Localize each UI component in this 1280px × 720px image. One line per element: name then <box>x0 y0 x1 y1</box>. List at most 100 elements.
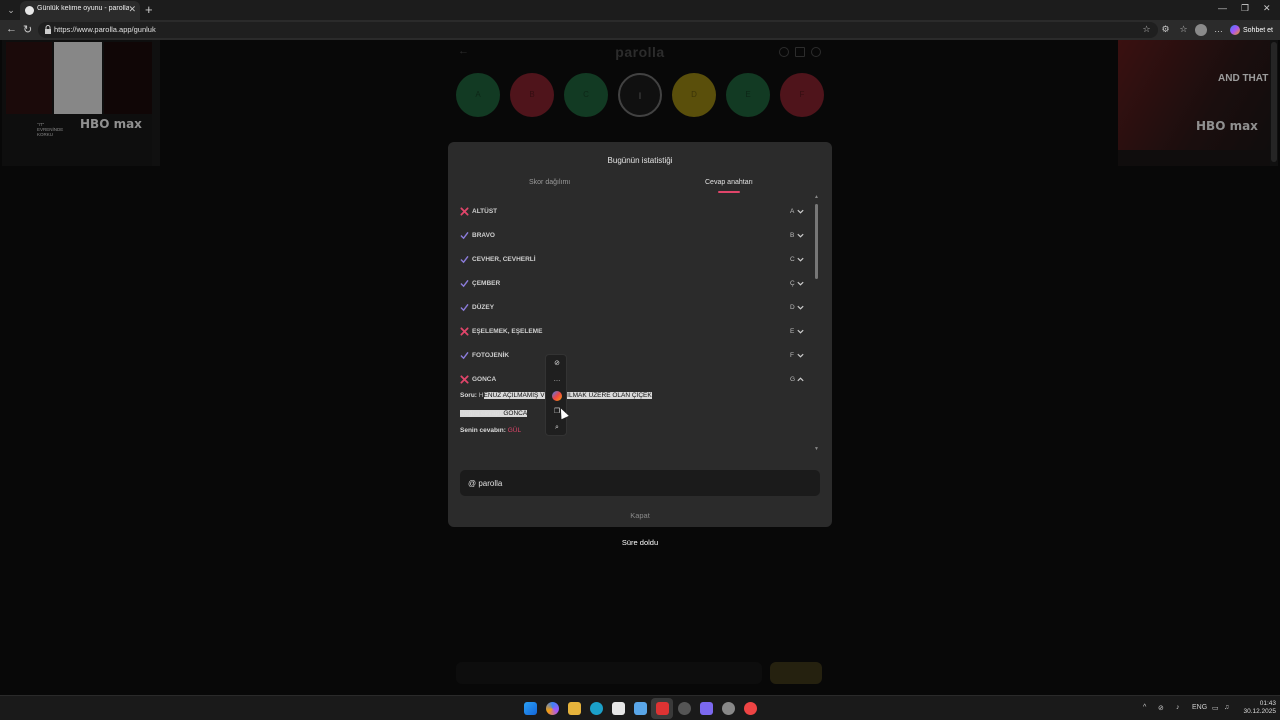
address-bar-row: ← ↻ https://www.parolla.app/gunluk ☆ ⚙ ☆… <box>0 20 1280 40</box>
letter-circle[interactable]: D <box>672 73 716 117</box>
page-scrollbar-thumb[interactable] <box>1271 42 1277 162</box>
minimize-icon[interactable]: — <box>1218 3 1227 13</box>
chevron-down-icon[interactable] <box>796 303 805 312</box>
letter-circle[interactable]: B <box>510 73 554 117</box>
browser-tab[interactable]: Günlük kelime oyunu - parolla - K ✕ <box>20 1 140 20</box>
file-explorer-icon[interactable] <box>568 702 581 715</box>
ad-image <box>104 42 152 114</box>
favicon-icon <box>25 6 34 15</box>
share-text: @ parolla <box>468 479 503 488</box>
cross-icon <box>460 207 469 216</box>
chevron-down-icon[interactable] <box>796 279 805 288</box>
tab-list-icon[interactable]: ⌄ <box>4 3 18 17</box>
chevron-down-icon[interactable] <box>796 351 805 360</box>
maximize-icon[interactable]: ❐ <box>1241 3 1249 14</box>
search-icon[interactable]: ⌕ <box>552 423 562 433</box>
answer-letter: D <box>790 304 795 311</box>
clock-time: 01:43 <box>1259 700 1276 707</box>
edge-icon[interactable] <box>590 702 603 715</box>
chrome-icon[interactable] <box>744 702 757 715</box>
volume-icon[interactable]: ♫ <box>1224 704 1229 711</box>
answer-row[interactable]: CEVHER, CEVHERLİ C <box>458 248 808 272</box>
chevron-down-icon[interactable] <box>796 255 805 264</box>
letter-circle[interactable]: F <box>780 73 824 117</box>
network-icon[interactable]: ⊘ <box>1158 704 1164 712</box>
ad-scrollbar <box>152 40 160 166</box>
more-icon[interactable]: … <box>552 375 562 385</box>
letter-circle[interactable]: C <box>564 73 608 117</box>
scroll-down-icon[interactable]: ▼ <box>814 446 819 452</box>
mic-icon[interactable]: ♪ <box>1176 704 1180 711</box>
tray-expand-icon[interactable]: ^ <box>1143 704 1146 711</box>
lock-icon <box>45 25 51 34</box>
page-scrollbar[interactable] <box>1270 40 1278 166</box>
settings-icon[interactable] <box>722 702 735 715</box>
submit-button[interactable] <box>770 662 822 684</box>
answer-row[interactable]: FOTOJENİK F <box>458 344 808 368</box>
refresh-icon[interactable]: ↻ <box>23 23 32 36</box>
chevron-down-icon[interactable] <box>796 327 805 336</box>
answer-input[interactable] <box>456 662 762 684</box>
copilot-label: Sohbet et <box>1243 26 1273 34</box>
close-tab-icon[interactable]: ✕ <box>128 4 136 15</box>
answer-row[interactable]: EŞELEMEK, EŞELEME E <box>458 320 808 344</box>
ad-brand: HBO max <box>1196 119 1258 133</box>
stats-icon[interactable] <box>795 47 805 57</box>
letter-circle-current[interactable]: İ <box>618 73 662 117</box>
url-field[interactable]: https://www.parolla.app/gunluk ☆ <box>38 22 1158 38</box>
answer-letter: G <box>790 376 796 383</box>
favorite-star-icon[interactable]: ☆ <box>1141 24 1152 35</box>
correct-answer-line: Doğru cevap: GONCA <box>460 410 800 417</box>
back-icon[interactable]: ← <box>6 23 17 35</box>
display-icon[interactable]: ▭ <box>1212 704 1219 712</box>
tab-score-distribution[interactable]: Skor dağılımı <box>529 179 570 186</box>
steam-icon[interactable] <box>678 702 691 715</box>
answer-row[interactable]: ALTÜST A <box>458 200 808 224</box>
tab-answer-key[interactable]: Cevap anahtarı <box>705 179 753 186</box>
answer-label: BRAVO <box>472 232 495 239</box>
chevron-down-icon[interactable] <box>796 231 805 240</box>
info-icon[interactable] <box>779 47 789 57</box>
modal-scrollbar[interactable]: ▲ ▼ <box>814 194 820 454</box>
question-prefix: H <box>478 392 484 399</box>
answer-letter: E <box>790 328 795 335</box>
language-indicator[interactable]: ENG <box>1192 704 1207 711</box>
extensions-icon[interactable]: ⚙ <box>1160 24 1171 35</box>
letter-circle[interactable]: E <box>726 73 770 117</box>
chevron-up-icon[interactable] <box>796 375 805 384</box>
app-icon[interactable] <box>656 702 669 715</box>
share-box[interactable]: @ parolla <box>460 470 820 496</box>
copilot-icon[interactable] <box>552 391 562 401</box>
store-icon[interactable] <box>612 702 625 715</box>
copilot-button[interactable]: Sohbet et <box>1230 23 1273 37</box>
ad-banner-left[interactable]: "IT" EVRENİNDE KORKU HBO max <box>2 40 154 166</box>
status-text: Süre doldu <box>621 538 659 547</box>
chevron-down-icon[interactable] <box>796 207 805 216</box>
question-text: Soru: HENÜZ AÇILMAMIŞ VEYA AÇILMAK ÜZERE… <box>460 392 800 399</box>
close-window-icon[interactable]: ✕ <box>1263 3 1271 14</box>
more-menu-icon[interactable]: … <box>1213 24 1224 35</box>
copilot-app-icon[interactable] <box>546 702 559 715</box>
start-icon[interactable] <box>524 702 537 715</box>
favorites-icon[interactable]: ☆ <box>1178 24 1189 35</box>
answer-row[interactable]: DÜZEY D <box>458 296 808 320</box>
close-button[interactable]: Kapat <box>448 511 832 520</box>
new-tab-button[interactable]: + <box>145 2 153 17</box>
answer-row[interactable]: ÇEMBER Ç <box>458 272 808 296</box>
your-label: Senin cevabın: <box>460 427 506 434</box>
profile-icon[interactable] <box>811 47 821 57</box>
clock[interactable]: 01:43 30.12.2025 <box>1236 700 1276 716</box>
profile-avatar[interactable] <box>1195 24 1207 36</box>
modal-scrollbar-thumb[interactable] <box>815 204 818 279</box>
answer-label: CEVHER, CEVHERLİ <box>472 256 536 263</box>
cross-icon <box>460 375 469 384</box>
discord-icon[interactable] <box>700 702 713 715</box>
answer-row[interactable]: BRAVO B <box>458 224 808 248</box>
answer-row[interactable]: GONCA G <box>458 368 808 392</box>
tab-title: Günlük kelime oyunu - parolla - K <box>37 5 129 12</box>
scroll-up-icon[interactable]: ▲ <box>814 194 819 200</box>
letter-circle[interactable]: A <box>456 73 500 117</box>
hide-icon[interactable]: ⊘ <box>552 359 562 369</box>
ad-banner-right[interactable]: AND THAT HBO max <box>1118 40 1270 166</box>
telegram-icon[interactable] <box>634 702 647 715</box>
